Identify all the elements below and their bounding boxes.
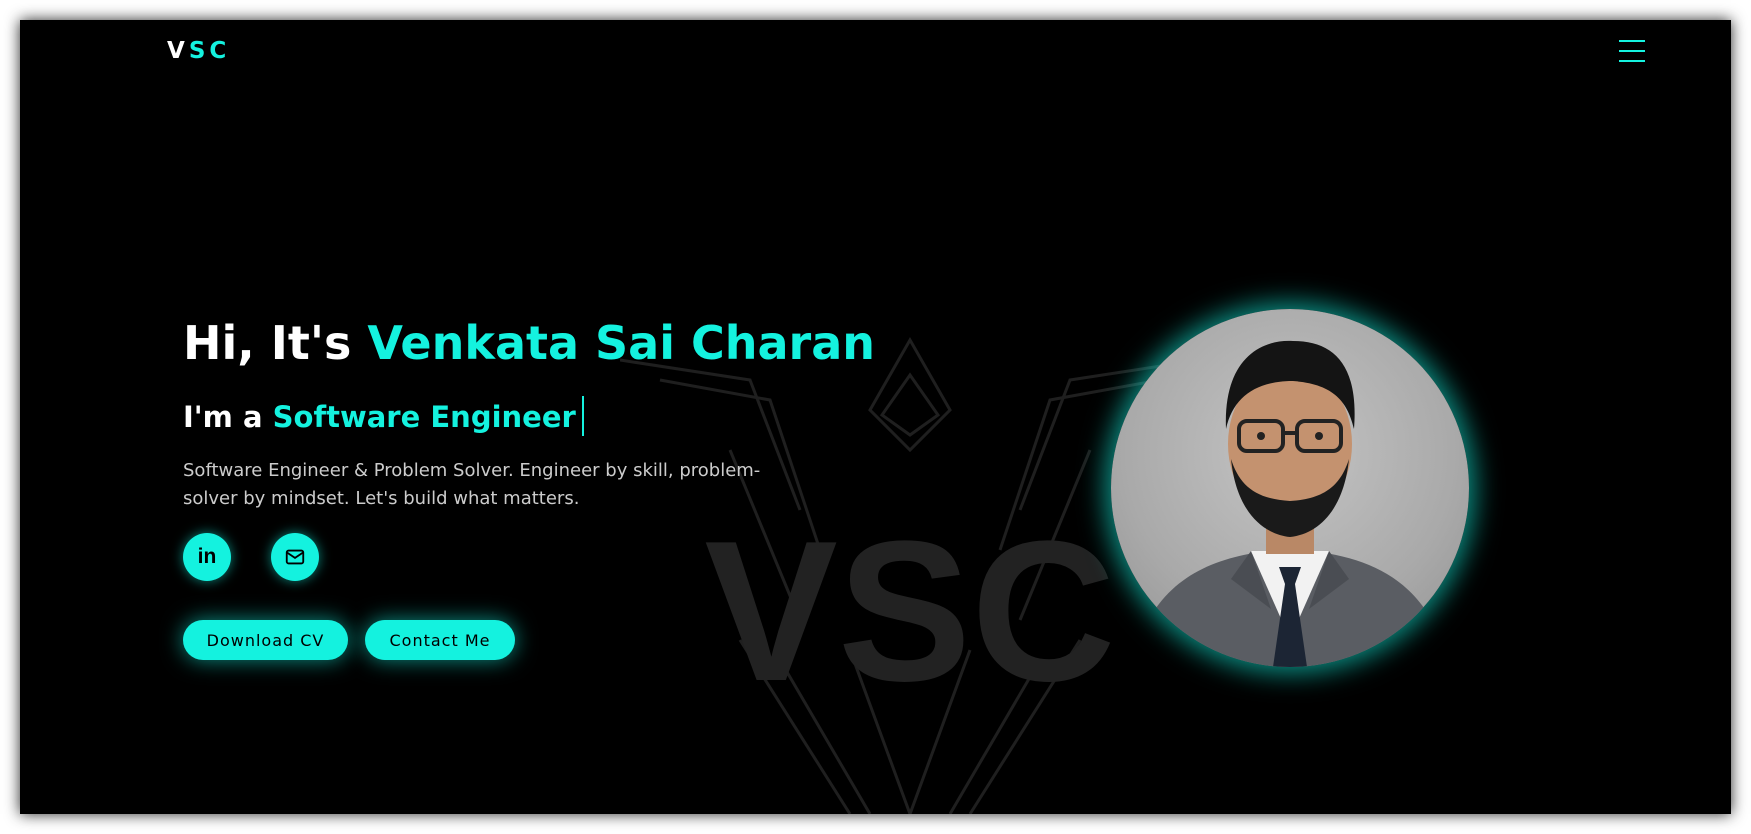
hero-description: Software Engineer & Problem Solver. Engi… [183, 460, 761, 509]
download-cv-button[interactable]: Download CV [183, 620, 348, 660]
mail-icon [285, 549, 305, 565]
logo-text-white: V [167, 38, 189, 64]
hero-subheading: I'm a Software Engineer [183, 396, 584, 436]
profile-photo [1111, 309, 1469, 667]
hamburger-menu-button[interactable] [1619, 37, 1645, 65]
logo-text-accent: SC [188, 38, 231, 64]
page-frame: VSC VSC Hi, It's Venkata Sai Charan I'm … [20, 20, 1731, 814]
email-button[interactable] [271, 533, 319, 581]
contact-me-button[interactable]: Contact Me [365, 620, 515, 660]
hero-greeting: Hi, It's [183, 316, 368, 370]
linkedin-button[interactable]: in [183, 533, 231, 581]
profile-illustration [1131, 340, 1449, 667]
menu-line [1619, 60, 1645, 62]
linkedin-icon: in [197, 545, 217, 568]
role-text: Software Engineer [272, 400, 576, 434]
watermark-text: VSC [704, 500, 1115, 723]
hero-heading: Hi, It's Venkata Sai Charan [183, 320, 875, 366]
brand-logo[interactable]: VSC [167, 38, 230, 64]
menu-line [1619, 50, 1645, 52]
menu-line [1619, 40, 1645, 42]
hero-name: Venkata Sai Charan [367, 316, 876, 370]
watermark-emblem: VSC [620, 336, 1200, 814]
role-prefix: I'm a [183, 400, 273, 434]
typing-cursor [581, 396, 584, 436]
